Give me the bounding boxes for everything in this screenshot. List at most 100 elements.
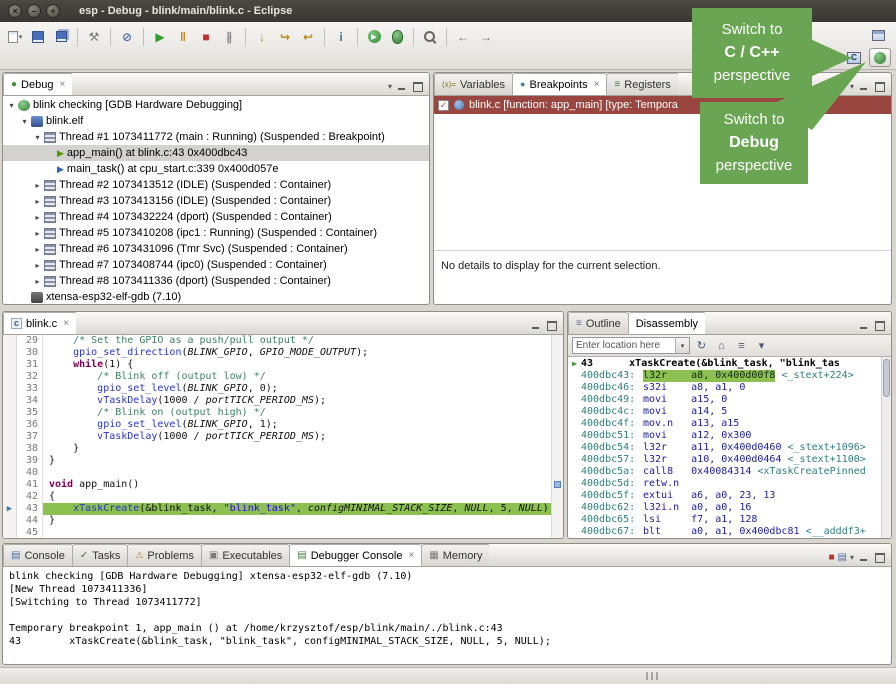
disassembly-row[interactable]: 400dbc5d:retw.n: [568, 478, 891, 490]
maximize-icon[interactable]: [873, 551, 886, 563]
cpp-perspective-button[interactable]: C: [842, 48, 866, 67]
combo-dropdown-icon[interactable]: ▾: [675, 338, 689, 353]
step-over-button[interactable]: ↪: [274, 26, 296, 48]
run-button[interactable]: ▶: [363, 26, 385, 48]
close-tab-icon[interactable]: ×: [59, 80, 65, 90]
disconnect-button[interactable]: ∦: [218, 26, 240, 48]
scrollbar-thumb[interactable]: [883, 359, 890, 397]
minimize-icon[interactable]: [529, 319, 542, 331]
debug-tree-item[interactable]: ▸Thread #3 1073413156 (IDLE) (Suspended …: [3, 193, 429, 209]
close-tab-icon[interactable]: ×: [594, 80, 600, 90]
debug-button[interactable]: [386, 26, 408, 48]
console-output[interactable]: blink checking [GDB Hardware Debugging] …: [3, 567, 891, 664]
minimize-icon[interactable]: [857, 80, 870, 92]
overview-ruler[interactable]: [551, 335, 563, 538]
close-tab-icon[interactable]: ×: [408, 551, 414, 561]
terminate-button[interactable]: ■: [195, 26, 217, 48]
expand-arrow-icon[interactable]: ▸: [32, 229, 43, 238]
view-menu-button[interactable]: ▾: [753, 337, 770, 354]
code-line[interactable]: vTaskDelay(1000 / portTICK_PERIOD_MS);: [49, 395, 551, 407]
debug-tree-item[interactable]: ▸Thread #2 1073413512 (IDLE) (Suspended …: [3, 177, 429, 193]
save-all-button[interactable]: [50, 26, 72, 48]
tab-debug[interactable]: ●Debug×: [3, 73, 72, 95]
disassembly-row[interactable]: 400dbc5a:call8 0x40084314 <xTaskCreatePi…: [568, 466, 891, 478]
debug-tree-item[interactable]: ▶main_task() at cpu_start.c:339 0x400d05…: [3, 161, 429, 177]
tab-disassembly[interactable]: Disassembly: [628, 312, 705, 334]
collapse-arrow-icon[interactable]: ▾: [19, 117, 30, 126]
expand-arrow-icon[interactable]: ▸: [32, 245, 43, 254]
code-line[interactable]: while(1) {: [49, 359, 551, 371]
code-line[interactable]: gpio_set_level(BLINK_GPIO, 1);: [49, 419, 551, 431]
window-resize-handle[interactable]: [646, 672, 660, 680]
breakpoint-checkbox[interactable]: ✓: [438, 100, 449, 111]
new-wizard-button[interactable]: ▾: [4, 26, 26, 48]
expand-arrow-icon[interactable]: ▸: [32, 277, 43, 286]
layout-button[interactable]: ≡: [733, 337, 750, 354]
search-button[interactable]: [419, 26, 441, 48]
maximize-icon[interactable]: [411, 80, 424, 92]
debug-tree-item[interactable]: ▸Thread #6 1073431096 (Tmr Svc) (Suspend…: [3, 241, 429, 257]
code-line[interactable]: /* Blink off (output low) */: [49, 371, 551, 383]
code-line[interactable]: }: [49, 455, 551, 467]
disassembly-row[interactable]: 400dbc5f:extui a6, a0, 23, 13: [568, 490, 891, 502]
code-line[interactable]: xTaskCreate(&blink_task, "blink_task", c…: [43, 503, 551, 515]
location-combo[interactable]: Enter location here ▾: [572, 337, 690, 354]
tab-breakpoints[interactable]: ●Breakpoints×: [512, 73, 607, 95]
build-button[interactable]: ⚒: [83, 26, 105, 48]
breakpoint-row[interactable]: ✓ blink.c [function: app_main] [type: Te…: [434, 96, 891, 114]
disassembly-row[interactable]: 400dbc62:l32i.n a0, a0, 16: [568, 502, 891, 514]
code-line[interactable]: [49, 527, 551, 538]
disassembly-row[interactable]: 400dbc54:l32r a11, 0x400d0460 <_stext+10…: [568, 442, 891, 454]
code-line[interactable]: }: [49, 515, 551, 527]
disassembly-row[interactable]: 400dbc46:s32i a8, a1, 0: [568, 382, 891, 394]
debug-tree-item[interactable]: ▾blink checking [GDB Hardware Debugging]: [3, 97, 429, 113]
expand-arrow-icon[interactable]: ▸: [32, 213, 43, 222]
debug-tree-item[interactable]: ▸Thread #5 1073410208 (ipc1 : Running) (…: [3, 225, 429, 241]
sync-selection-button[interactable]: ↻: [693, 337, 710, 354]
view-menu-icon[interactable]: ▾: [850, 82, 854, 91]
expand-arrow-icon[interactable]: ▸: [32, 197, 43, 206]
code-line[interactable]: }: [49, 443, 551, 455]
maximize-icon[interactable]: [545, 319, 558, 331]
forward-button[interactable]: →: [475, 26, 497, 48]
maximize-icon[interactable]: [873, 80, 886, 92]
maximize-icon[interactable]: [873, 319, 886, 331]
code-line[interactable]: [49, 467, 551, 479]
tab-tasks[interactable]: ✓Tasks: [72, 544, 129, 566]
code-line[interactable]: gpio_set_direction(BLINK_GPIO, GPIO_MODE…: [49, 347, 551, 359]
instruction-stepping-button[interactable]: i: [330, 26, 352, 48]
home-button[interactable]: ⌂: [713, 337, 730, 354]
debug-tree-item[interactable]: ▸Thread #7 1073408744 (ipc0) (Suspended …: [3, 257, 429, 273]
tab-memory[interactable]: ▦Memory: [421, 544, 489, 566]
tab-registers[interactable]: ≡Registers: [606, 73, 677, 95]
save-button[interactable]: [27, 26, 49, 48]
debug-tree-item[interactable]: ▶app_main() at blink.c:43 0x400dbc43: [3, 145, 429, 161]
tab-console[interactable]: ▤Console: [3, 544, 73, 566]
tab-debugger-console[interactable]: ▤Debugger Console×: [289, 544, 422, 566]
back-button[interactable]: ←: [452, 26, 474, 48]
code-line[interactable]: {: [49, 491, 551, 503]
disassembly-row[interactable]: 400dbc49:movi a15, 0: [568, 394, 891, 406]
disassembly-row[interactable]: ▶43 xTaskCreate(&blink_task, "blink_tas: [568, 358, 891, 370]
expand-arrow-icon[interactable]: ▸: [32, 261, 43, 270]
tab-problems[interactable]: ⚠Problems: [127, 544, 202, 566]
code-line[interactable]: /* Set the GPIO as a push/pull output */: [49, 335, 551, 347]
collapse-arrow-icon[interactable]: ▾: [32, 133, 43, 142]
breakpoint-marker-icon[interactable]: [554, 481, 561, 488]
view-menu-icon[interactable]: ▾: [388, 82, 392, 91]
line-number-gutter[interactable]: 2930313233343536373839404142434445: [17, 335, 43, 538]
minimize-icon[interactable]: [857, 551, 870, 563]
disassembly-row[interactable]: 400dbc4f:mov.n a13, a15: [568, 418, 891, 430]
display-console-icon[interactable]: ▤: [838, 552, 847, 563]
disassembly-row[interactable]: 400dbc51:movi a12, 0x300: [568, 430, 891, 442]
step-return-button[interactable]: ↩: [297, 26, 319, 48]
debug-tree-item[interactable]: ▾blink.elf: [3, 113, 429, 129]
debug-perspective-button[interactable]: [869, 48, 891, 67]
annotation-ruler[interactable]: ▶: [3, 335, 17, 538]
window-minimize-button[interactable]: –: [27, 4, 41, 18]
window-maximize-button[interactable]: +: [46, 4, 60, 18]
open-perspective-button[interactable]: [868, 26, 888, 44]
suspend-button[interactable]: ‖: [172, 26, 194, 48]
debug-tree-item[interactable]: xtensa-esp32-elf-gdb (7.10): [3, 289, 429, 304]
window-close-button[interactable]: ×: [8, 4, 22, 18]
